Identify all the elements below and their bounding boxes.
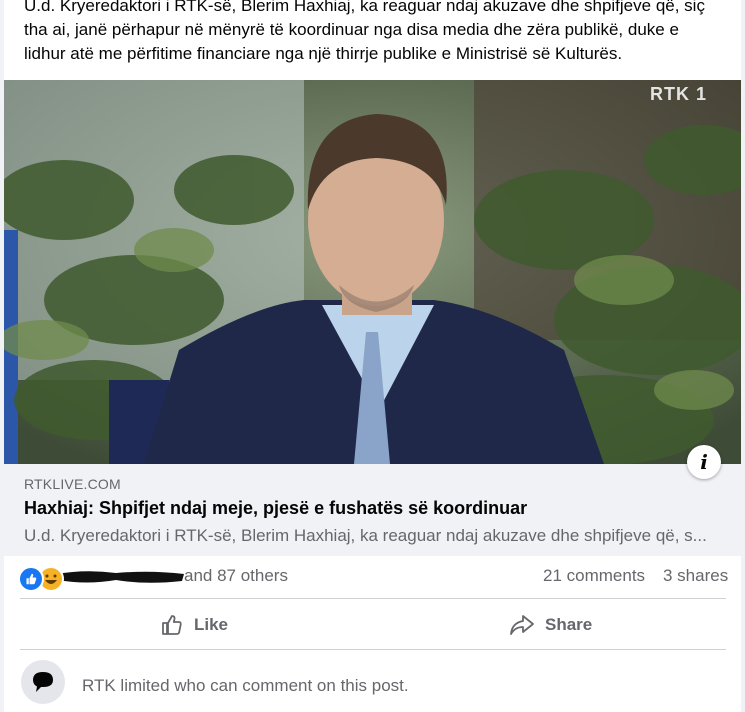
link-preview[interactable]: RTKLIVE.COM Haxhiaj: Shpifjet ndaj meje,… [4, 464, 741, 556]
thumbs-up-icon [162, 615, 182, 635]
comment-count[interactable]: 21 comments [543, 566, 645, 586]
info-icon[interactable]: i [687, 445, 721, 479]
rtk-watermark: RTK 1 [649, 84, 707, 104]
comment-restriction-text: RTK limited who can comment on this post… [82, 676, 409, 695]
comment-bubble-icon [21, 660, 65, 704]
link-title[interactable]: Haxhiaj: Shpifjet ndaj meje, pjesë e fus… [24, 498, 527, 519]
comment-restriction-notice: RTK limited who can comment on this post… [4, 660, 741, 712]
like-button[interactable]: Like [160, 603, 228, 647]
redaction-scribble [56, 571, 184, 583]
post-text-line: lidhur atë me përfitime financiare nga n… [24, 44, 623, 63]
link-description: U.d. Kryeredaktori i RTK-së, Blerim Haxh… [24, 526, 707, 545]
news-anchor-photo [4, 80, 741, 464]
share-arrow-icon [510, 615, 534, 635]
post-card: U.d. Kryeredaktori i RTK-së, Blerim Haxh… [4, 0, 741, 712]
action-bar: Like Share [4, 603, 741, 647]
post-image[interactable]: RTK 1 [4, 80, 741, 464]
engagement-bar: and 87 others 21 comments 3 shares [4, 562, 741, 594]
post-message: U.d. Kryeredaktori i RTK-së, Blerim Haxh… [24, 0, 729, 66]
share-button[interactable]: Share [509, 603, 592, 647]
divider [20, 598, 726, 599]
like-label: Like [194, 615, 229, 634]
link-domain: RTKLIVE.COM [24, 476, 121, 492]
divider [20, 649, 726, 650]
post-text-line: tha ai, janë përhapur në mënyrë të koord… [24, 20, 679, 39]
share-count[interactable]: 3 shares [663, 566, 728, 586]
reaction-count[interactable]: and 87 others [184, 566, 288, 586]
post-text-line: U.d. Kryeredaktori i RTK-së, Blerim Haxh… [24, 0, 705, 15]
share-label: Share [545, 615, 593, 634]
like-icon[interactable] [18, 566, 44, 592]
